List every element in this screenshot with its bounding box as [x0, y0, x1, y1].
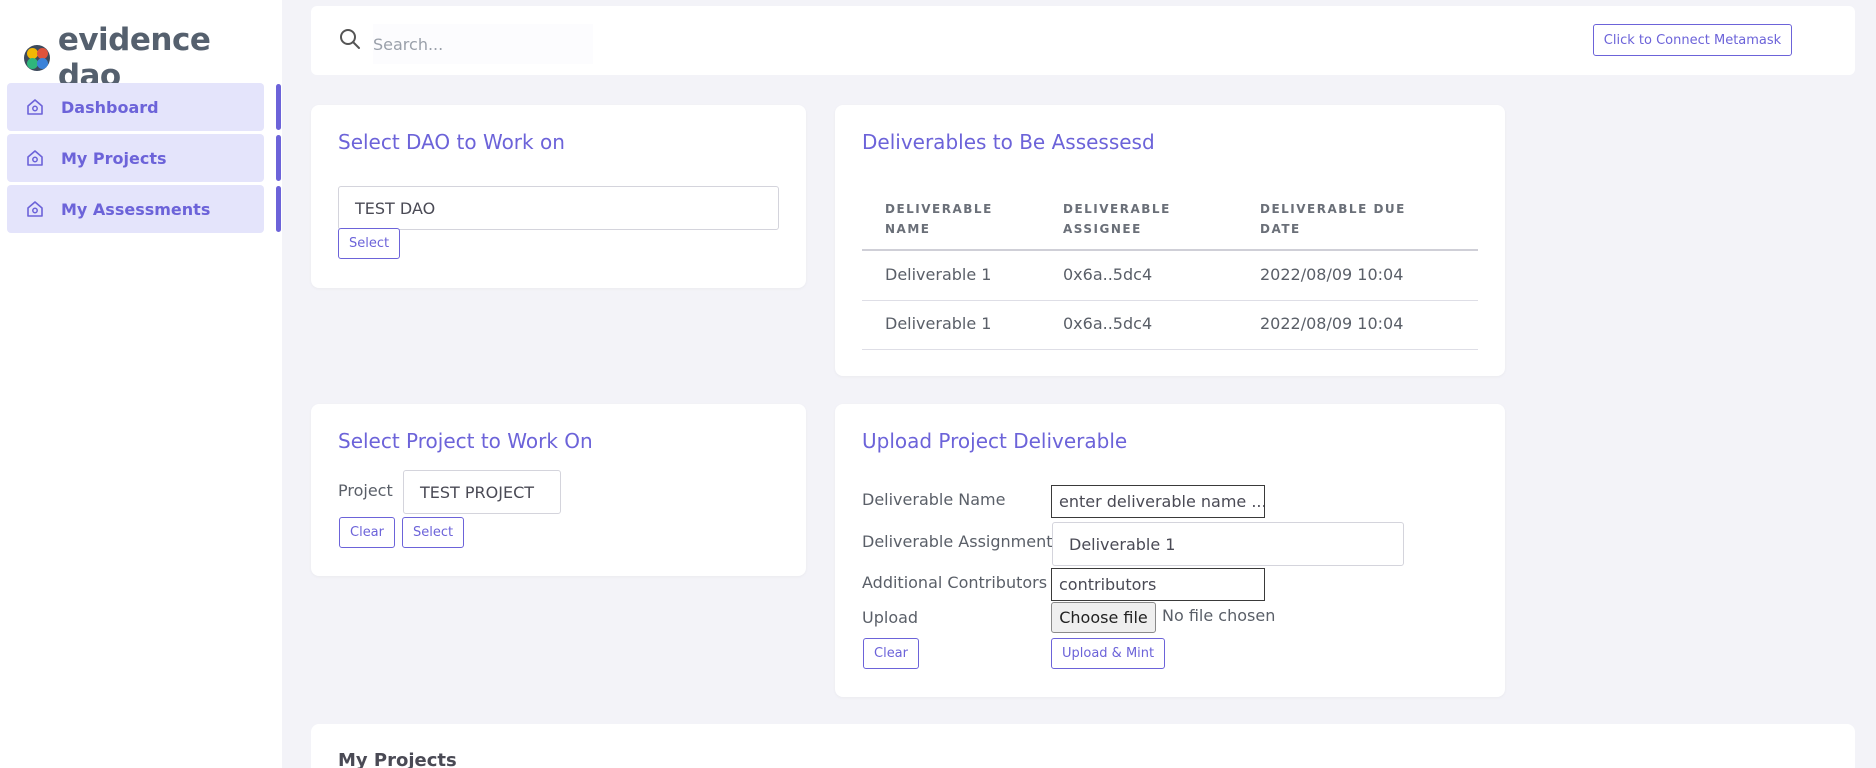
dao-select[interactable]: TEST DAO [338, 186, 779, 230]
home-icon [27, 150, 43, 166]
my-projects-card: My Projects [311, 724, 1855, 768]
sidebar-item-label: My Assessments [61, 199, 211, 219]
select-project-card: Select Project to Work On Project TEST P… [311, 404, 806, 576]
clear-project-button[interactable]: Clear [339, 517, 395, 548]
table-cell: 2022/08/09 10:04 [1260, 314, 1404, 333]
table-cell: 0x6a..5dc4 [1063, 265, 1153, 284]
table-cell: Deliverable 1 [885, 265, 992, 284]
table-cell: 2022/08/09 10:04 [1260, 265, 1404, 284]
deliverables-assess-card: Deliverables to Be Assessesd Deliverable… [835, 105, 1505, 376]
upload-mint-button[interactable]: Upload & Mint [1051, 638, 1166, 669]
sidebar-item-my-assessments[interactable]: My Assessments [7, 185, 264, 233]
select-dao-card: Select DAO to Work on TEST DAO Select [311, 105, 806, 288]
search-icon[interactable] [339, 28, 361, 50]
home-icon [27, 201, 43, 217]
top-bar: Click to Connect Metamask [311, 6, 1855, 75]
sidebar-item-my-projects[interactable]: My Projects [7, 134, 264, 182]
card-title: Deliverables to Be Assessesd [862, 130, 1155, 154]
sidebar-item-dashboard[interactable]: Dashboard [7, 83, 264, 131]
project-select[interactable]: TEST PROJECT [403, 470, 561, 514]
additional-contributors-label: Additional Contributors [862, 573, 1048, 592]
search-input[interactable] [373, 24, 593, 64]
upload-label: Upload [862, 608, 919, 627]
sidebar-item-label: Dashboard [61, 97, 159, 117]
choose-file-button[interactable]: Choose file [1051, 602, 1156, 633]
project-label: Project [338, 481, 393, 500]
deliverable-name-label: Deliverable Name [862, 490, 1006, 509]
deliverable-assignment-label: Deliverable Assignment [862, 532, 1053, 551]
card-title: Upload Project Deliverable [862, 429, 1128, 453]
column-header: Deliverable Assignee [1063, 202, 1171, 236]
upload-deliverable-card: Upload Project Deliverable Deliverable N… [835, 404, 1505, 697]
sidebar-active-indicator [276, 186, 281, 232]
row-divider [862, 349, 1478, 350]
home-icon [27, 99, 43, 115]
sidebar-item-label: My Projects [61, 148, 167, 168]
column-header: Deliverable Due Date [1260, 202, 1406, 236]
card-title: My Projects [338, 750, 457, 768]
column-header: Deliverable Name [885, 202, 993, 236]
card-title: Select Project to Work On [338, 429, 593, 453]
file-status: No file chosen [1162, 606, 1276, 625]
table-header-divider [862, 249, 1478, 251]
select-project-button[interactable]: Select [402, 517, 465, 548]
row-divider [862, 300, 1478, 301]
additional-contributors-input[interactable]: contributors [1051, 568, 1265, 601]
table-cell: 0x6a..5dc4 [1063, 314, 1153, 333]
table-cell: Deliverable 1 [885, 314, 992, 333]
select-dao-button[interactable]: Select [338, 228, 401, 259]
sidebar-active-indicator [276, 135, 281, 181]
evidence-dao-logo-icon [24, 45, 50, 71]
deliverable-name-input[interactable]: enter deliverable name ... [1051, 485, 1265, 518]
clear-upload-button[interactable]: Clear [863, 638, 919, 669]
connect-metamask-button[interactable]: Click to Connect Metamask [1593, 24, 1792, 56]
card-title: Select DAO to Work on [338, 130, 565, 154]
deliverable-assignment-select[interactable]: Deliverable 1 [1052, 522, 1404, 566]
sidebar: evidence dao Dashboard My Projects My As… [0, 0, 282, 768]
sidebar-active-indicator [276, 84, 281, 130]
